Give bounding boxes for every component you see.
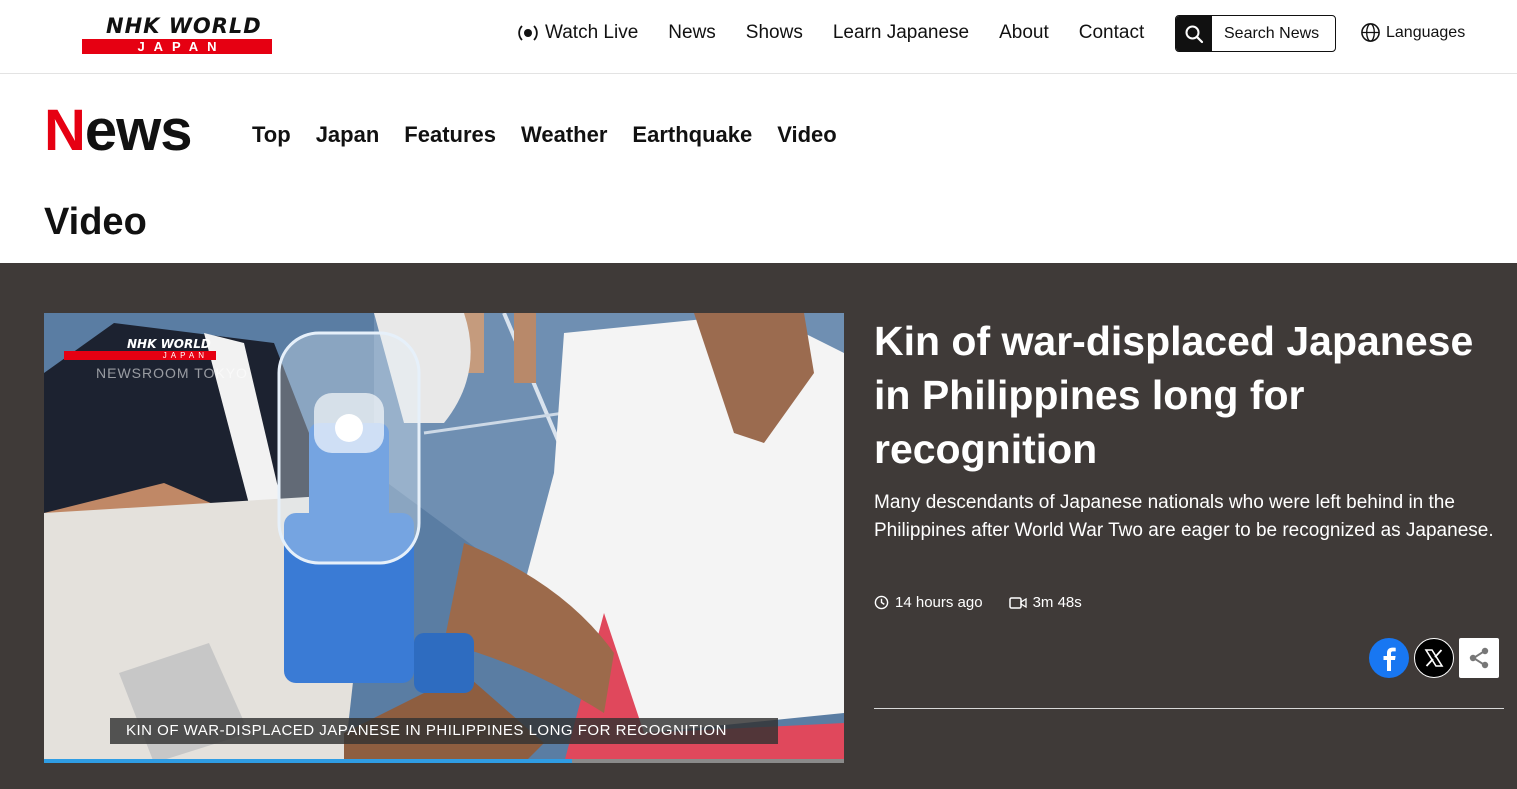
broadcast-icon (518, 25, 538, 41)
subnav-features[interactable]: Features (404, 121, 496, 149)
player-channel-bug: NHK WORLD JAPAN (54, 337, 216, 367)
news-logo-rest: ews (84, 98, 193, 163)
languages-menu[interactable]: Languages (1360, 22, 1465, 43)
globe-icon (1361, 23, 1380, 42)
nhk-world-logo[interactable]: NHK WORLD JAPAN (82, 14, 272, 54)
watch-live-link[interactable]: Watch Live (513, 20, 638, 46)
logo-subtitle: JAPAN (137, 39, 226, 54)
news-subnav: Top Japan Features Weather Earthquake Vi… (252, 121, 862, 149)
publish-time: 14 hours ago (874, 594, 983, 611)
player-logo-bar: JAPAN (64, 351, 216, 360)
search-news-button[interactable]: Search News (1175, 15, 1336, 52)
subnav-top[interactable]: Top (252, 121, 291, 149)
languages-label: Languages (1386, 23, 1466, 41)
facebook-share-button[interactable] (1369, 638, 1409, 678)
divider (874, 708, 1504, 709)
news-logo-initial: N (44, 98, 86, 163)
time-ago-text: 14 hours ago (895, 594, 983, 611)
subnav-earthquake[interactable]: Earthquake (632, 121, 752, 149)
nav-news[interactable]: News (668, 20, 716, 46)
video-player[interactable]: NHK WORLD JAPAN NEWSROOM TOKYO KIN OF WA… (44, 313, 844, 763)
watch-live-label: Watch Live (545, 22, 639, 43)
share-icon (1469, 647, 1489, 669)
nav-contact[interactable]: Contact (1079, 20, 1144, 46)
share-button[interactable] (1459, 638, 1499, 678)
clock-icon (874, 595, 889, 610)
subnav-japan[interactable]: Japan (316, 121, 380, 149)
x-share-button[interactable] (1414, 638, 1454, 678)
share-buttons (1369, 638, 1499, 678)
x-icon (1424, 649, 1444, 667)
article-summary: Many descendants of Japanese nationals w… (874, 492, 1494, 541)
logo-wordmark: NHK WORLD (106, 14, 262, 38)
nav-shows[interactable]: Shows (746, 20, 803, 46)
global-nav: Watch Live News Shows Learn Japanese Abo… (513, 20, 1144, 46)
video-camera-icon (1008, 596, 1027, 609)
global-header: NHK WORLD JAPAN Watch Live News Shows Le… (0, 0, 1517, 74)
player-program-tag: NEWSROOM TOKYO (96, 365, 248, 381)
subnav-video[interactable]: Video (777, 121, 837, 149)
video-progress-bar[interactable] (44, 759, 844, 763)
video-progress-fill (44, 759, 572, 763)
article-headline[interactable]: Kin of war-displaced Japanese in Philipp… (874, 314, 1504, 476)
video-duration: 3m 48s (1008, 594, 1082, 611)
player-logo-text: NHK WORLD (127, 337, 211, 351)
search-icon (1176, 16, 1212, 51)
page-title: Video (44, 201, 147, 243)
article-meta: 14 hours ago 3m 48s (874, 594, 1082, 611)
nav-learn-japanese[interactable]: Learn Japanese (833, 20, 969, 46)
video-caption: KIN OF WAR-DISPLACED JAPANESE IN PHILIPP… (110, 718, 778, 744)
facebook-icon (1383, 647, 1396, 671)
subnav-weather[interactable]: Weather (521, 121, 607, 149)
news-section-logo[interactable]: News (44, 97, 193, 165)
duration-text: 3m 48s (1032, 594, 1082, 611)
search-news-label: Search News (1224, 25, 1320, 42)
nav-about[interactable]: About (999, 20, 1049, 46)
